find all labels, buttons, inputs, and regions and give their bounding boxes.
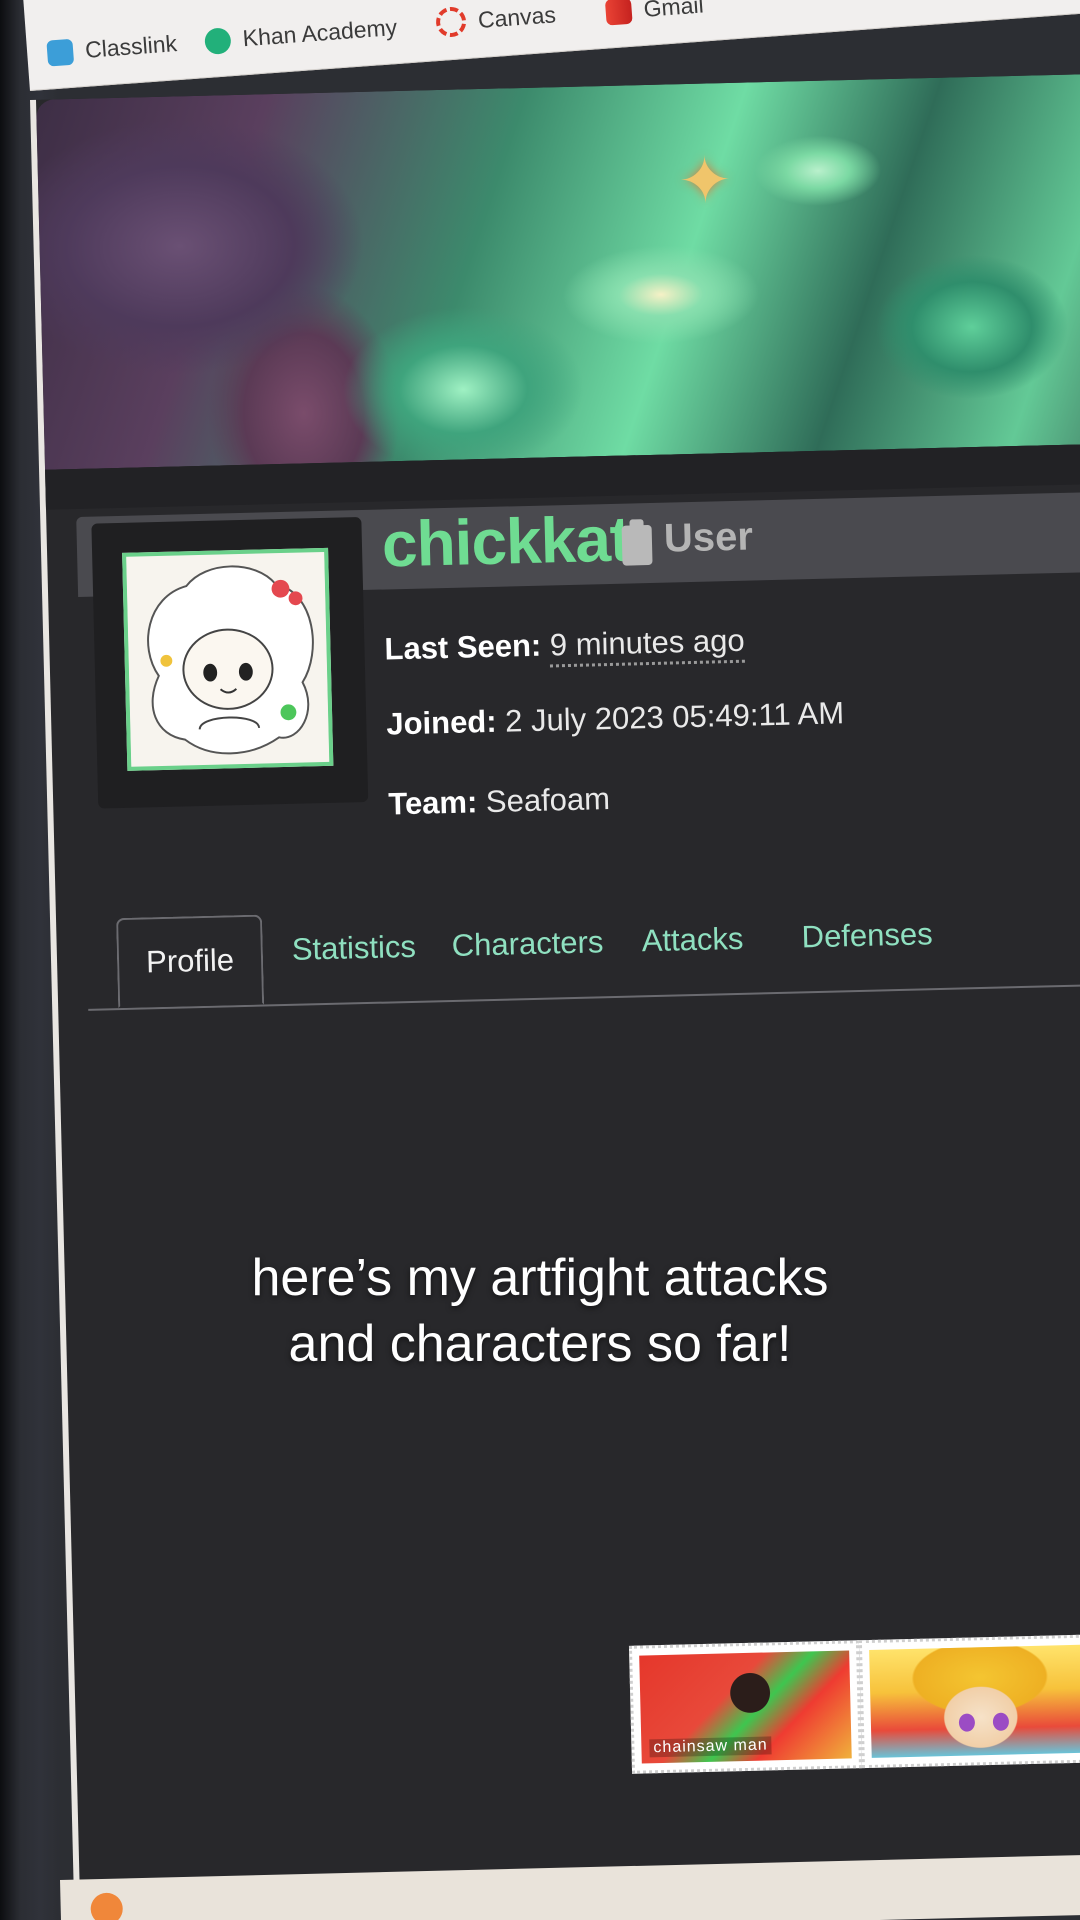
profile-tabs: Profile Statistics Characters Attacks De…: [86, 891, 1080, 1011]
stamp-eye: [992, 1712, 1010, 1731]
last-seen-row: Last Seen: 9 minutes ago: [384, 622, 746, 668]
khan-academy-icon: [203, 26, 232, 55]
stamp-image: chainsaw man: [639, 1650, 852, 1764]
gmail-icon: [604, 0, 633, 26]
avatar[interactable]: [122, 547, 334, 771]
team-row: Team: Seafoam: [388, 781, 611, 822]
tab-statistics[interactable]: Statistics: [291, 929, 416, 968]
caption-line-1: here’s my artfight attacks: [251, 1249, 829, 1307]
stamp-caption: chainsaw man: [649, 1736, 772, 1758]
stamp-image: [869, 1644, 1080, 1758]
profile-banner: ✦: [35, 71, 1080, 470]
bookmark-canvas[interactable]: Canvas: [435, 0, 557, 39]
bookmark-label: Canvas: [477, 0, 557, 33]
team-value: Seafoam: [485, 781, 611, 820]
bookmark-label: Khan Academy: [241, 13, 398, 52]
bookmark-gmail[interactable]: Gmail: [604, 0, 705, 26]
joined-row: Joined: 2 July 2023 05:49:11 AM: [386, 695, 845, 742]
tab-attacks[interactable]: Attacks: [641, 921, 744, 959]
stamp-eye: [958, 1713, 976, 1732]
tab-characters[interactable]: Characters: [451, 924, 603, 964]
bookmark-label: Gmail: [642, 0, 705, 22]
bookmark-khan-academy[interactable]: Khan Academy: [203, 13, 398, 55]
last-seen-value[interactable]: 9 minutes ago: [549, 622, 746, 668]
classlink-icon: [46, 38, 75, 67]
bookmark-label: Classlink: [84, 30, 178, 63]
stamp-character[interactable]: [858, 1634, 1080, 1769]
avatar-drawing: [126, 552, 330, 766]
sparkle-icon: ✦: [677, 143, 733, 218]
joined-value: 2 July 2023 05:49:11 AM: [504, 695, 845, 739]
canvas-icon: [435, 5, 468, 39]
clipboard-icon: [621, 524, 653, 566]
user-role: User: [663, 514, 754, 561]
tab-defenses[interactable]: Defenses: [801, 916, 933, 955]
video-caption: here’s my artfight attacks and character…: [0, 1245, 1080, 1377]
caption-line-2: and characters so far!: [288, 1315, 792, 1373]
profile-page: ✦ chickkat User Last Seen: 9 minutes ago…: [30, 71, 1080, 1920]
last-seen-label: Last Seen:: [384, 627, 542, 667]
joined-label: Joined:: [385, 703, 497, 742]
team-label: Team:: [387, 784, 478, 822]
taskbar-app-icon[interactable]: [90, 1892, 124, 1920]
bookmark-classlink[interactable]: Classlink: [46, 30, 178, 67]
video-frame: Classlink Khan Academy Canvas Gmail ✦ ch…: [0, 0, 1080, 1920]
stamp-chainsaw-man[interactable]: chainsaw man: [628, 1640, 863, 1774]
tab-profile[interactable]: Profile: [116, 914, 265, 1009]
username: chickkat: [381, 502, 631, 581]
